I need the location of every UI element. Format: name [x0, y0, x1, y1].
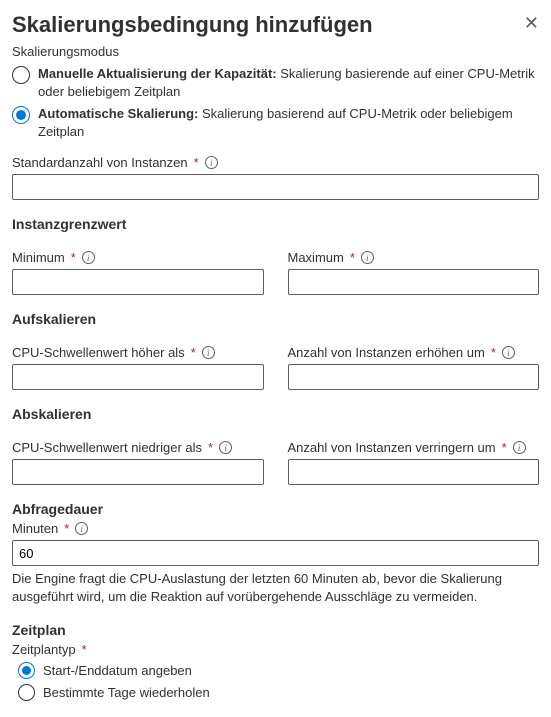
info-icon[interactable]: i	[75, 522, 88, 535]
instance-limits-heading: Instanzgrenzwert	[12, 216, 539, 232]
required-marker: *	[491, 345, 496, 360]
default-instances-input[interactable]	[12, 174, 539, 200]
required-marker: *	[71, 250, 76, 265]
radio-unchecked-icon	[12, 66, 30, 84]
panel-title: Skalierungsbedingung hinzufügen	[12, 12, 373, 38]
close-icon[interactable]: ✕	[524, 12, 539, 34]
info-icon[interactable]: i	[219, 441, 232, 454]
required-marker: *	[191, 345, 196, 360]
schedule-type-label: Zeitplantyp	[12, 642, 76, 657]
scaling-mode-label: Skalierungsmodus	[12, 44, 539, 59]
minutes-label: Minuten	[12, 521, 58, 536]
cpu-threshold-high-input[interactable]	[12, 364, 264, 390]
scaling-mode-auto-bold: Automatische Skalierung:	[38, 106, 198, 121]
query-duration-heading: Abfragedauer	[12, 501, 539, 517]
schedule-heading: Zeitplan	[12, 622, 539, 638]
schedule-startend-option[interactable]: Start-/Enddatum angeben	[18, 661, 539, 679]
scaling-mode-auto-option[interactable]: Automatische Skalierung: Skalierung basi…	[12, 105, 539, 141]
required-marker: *	[208, 440, 213, 455]
required-marker: *	[82, 642, 87, 657]
schedule-startend-label: Start-/Enddatum angeben	[43, 663, 192, 678]
radio-checked-icon	[18, 662, 35, 679]
radio-unchecked-icon	[18, 684, 35, 701]
decrease-instances-input[interactable]	[288, 459, 540, 485]
schedule-repeat-label: Bestimmte Tage wiederholen	[43, 685, 210, 700]
maximum-label: Maximum	[288, 250, 344, 265]
info-icon[interactable]: i	[82, 251, 95, 264]
scale-out-heading: Aufskalieren	[12, 311, 539, 327]
info-icon[interactable]: i	[502, 346, 515, 359]
required-marker: *	[502, 440, 507, 455]
scaling-mode-manual-option[interactable]: Manuelle Aktualisierung der Kapazität: S…	[12, 65, 539, 101]
minimum-label: Minimum	[12, 250, 65, 265]
decrease-instances-label: Anzahl von Instanzen verringern um	[288, 440, 496, 455]
cpu-threshold-low-label: CPU-Schwellenwert niedriger als	[12, 440, 202, 455]
maximum-input[interactable]	[288, 269, 540, 295]
cpu-threshold-high-label: CPU-Schwellenwert höher als	[12, 345, 185, 360]
info-icon[interactable]: i	[205, 156, 218, 169]
increase-instances-label: Anzahl von Instanzen erhöhen um	[288, 345, 485, 360]
increase-instances-input[interactable]	[288, 364, 540, 390]
info-icon[interactable]: i	[513, 441, 526, 454]
minutes-input[interactable]	[12, 540, 539, 566]
cpu-threshold-low-input[interactable]	[12, 459, 264, 485]
required-marker: *	[194, 155, 199, 170]
query-help-text: Die Engine fragt die CPU-Auslastung der …	[12, 570, 539, 606]
radio-checked-icon	[12, 106, 30, 124]
default-instances-label: Standardanzahl von Instanzen	[12, 155, 188, 170]
required-marker: *	[64, 521, 69, 536]
required-marker: *	[350, 250, 355, 265]
scaling-mode-manual-bold: Manuelle Aktualisierung der Kapazität:	[38, 66, 277, 81]
minimum-input[interactable]	[12, 269, 264, 295]
schedule-repeat-option[interactable]: Bestimmte Tage wiederholen	[18, 683, 539, 701]
scale-in-heading: Abskalieren	[12, 406, 539, 422]
info-icon[interactable]: i	[202, 346, 215, 359]
info-icon[interactable]: i	[361, 251, 374, 264]
